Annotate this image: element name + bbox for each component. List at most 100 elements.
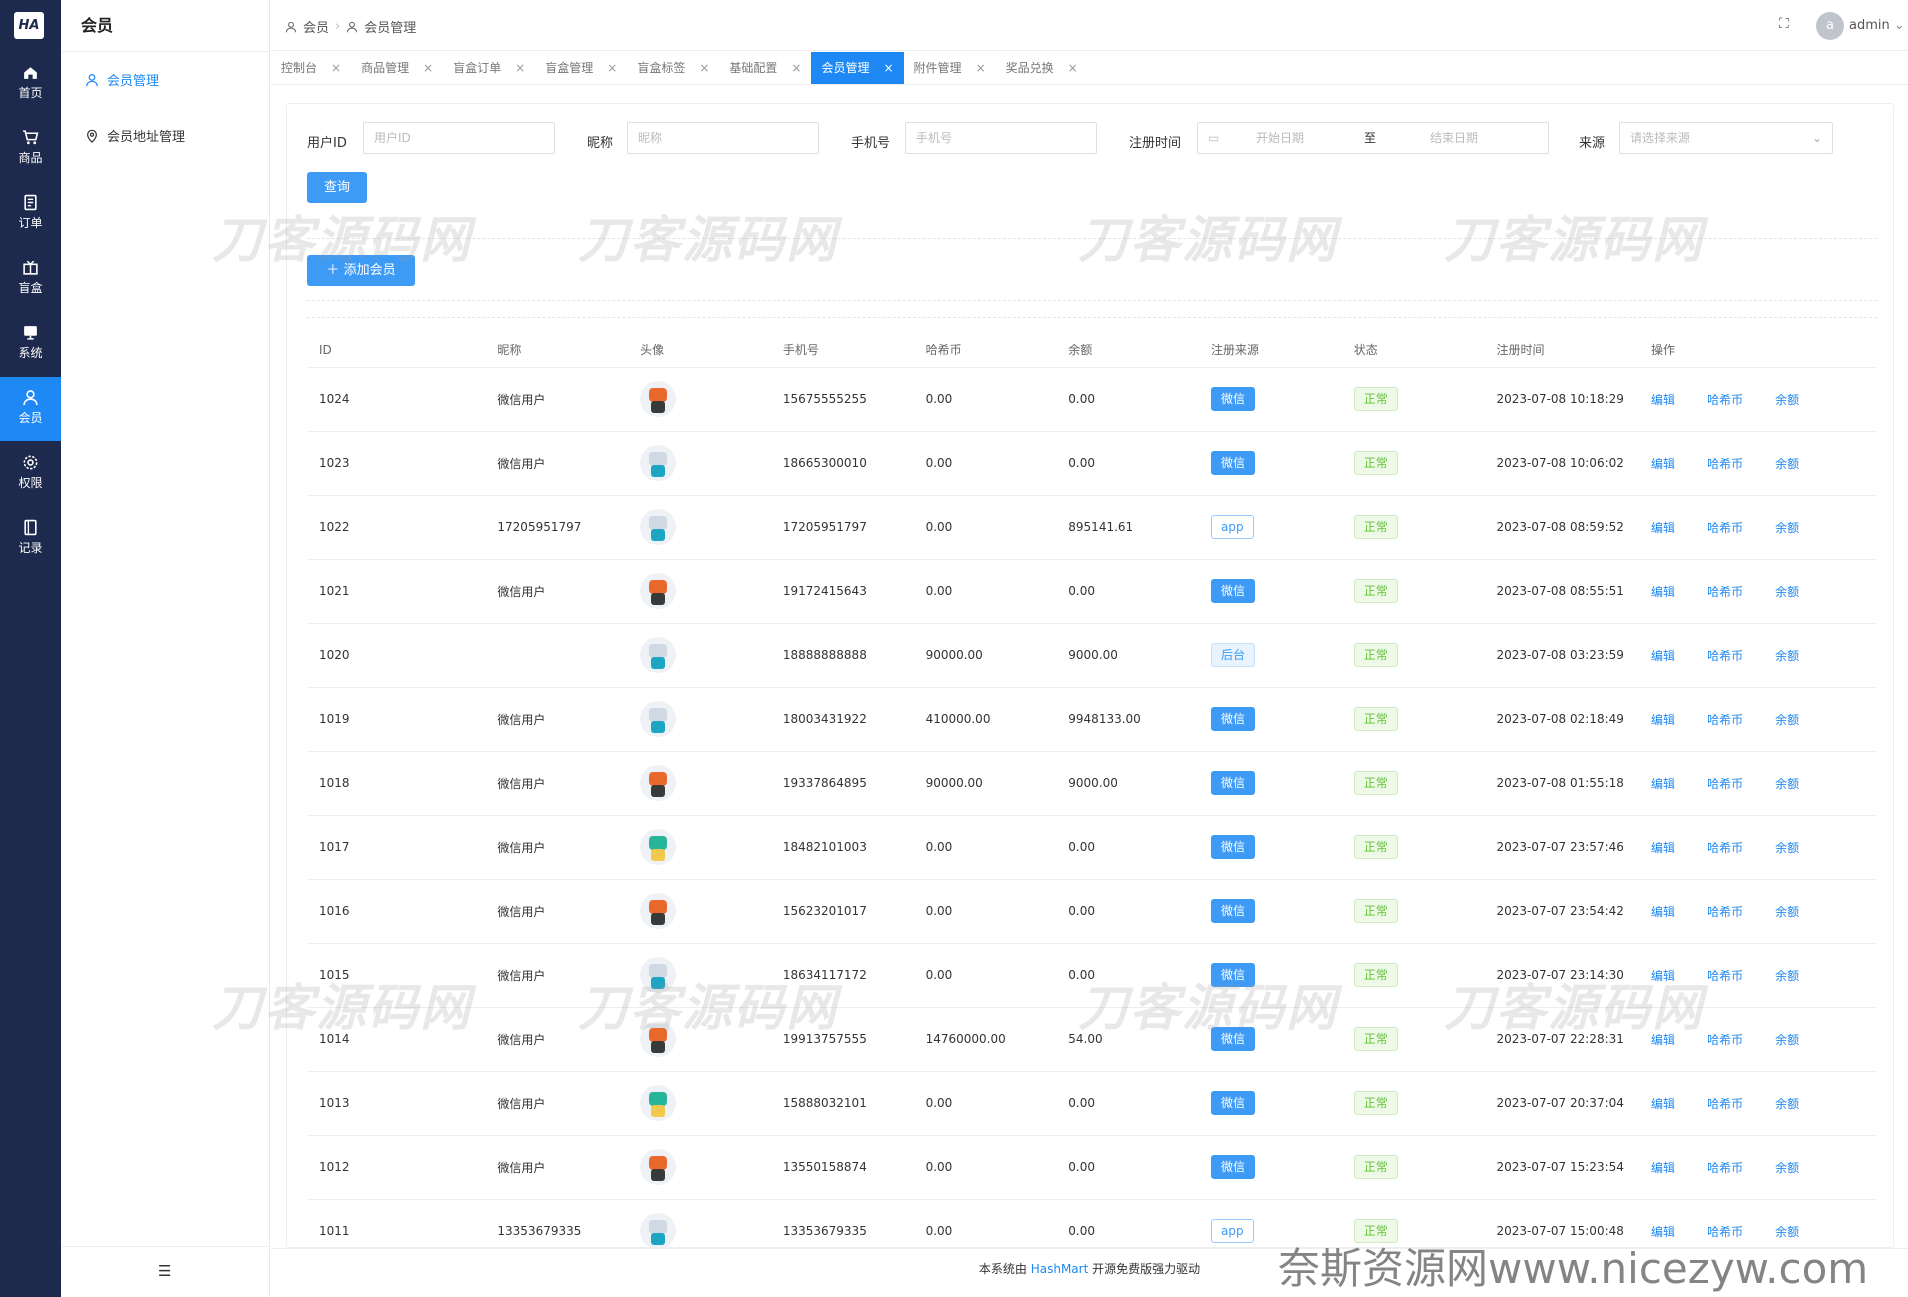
hashmart-link[interactable]: HashMart	[1031, 1262, 1089, 1276]
edit-link[interactable]: 编辑	[1651, 777, 1675, 791]
nav-item-home[interactable]: 首页	[0, 52, 61, 116]
tab-item[interactable]: 商品管理 ×	[351, 52, 443, 84]
watermark: 刀客源码网	[212, 211, 472, 269]
coin-link[interactable]: 哈希币	[1707, 1033, 1743, 1047]
end-date-input[interactable]: 结束日期	[1430, 123, 1478, 153]
cell-phone: 19172415643	[770, 559, 914, 624]
close-icon[interactable]: ×	[699, 61, 709, 75]
sidebar-item-member-address[interactable]: 会员地址管理	[85, 126, 185, 145]
balance-link[interactable]: 余额	[1775, 585, 1799, 599]
coin-link[interactable]: 哈希币	[1707, 777, 1743, 791]
source-select[interactable]: 请选择来源 ⌄	[1619, 122, 1833, 154]
edit-link[interactable]: 编辑	[1651, 1161, 1675, 1175]
nickname-input[interactable]: 昵称	[627, 122, 819, 154]
table-row: 1019 微信用户 18003431922 410000.00 9948133.00 微信…	[307, 687, 1877, 752]
coin-link[interactable]: 哈希币	[1707, 393, 1743, 407]
tab-item[interactable]: 盲盒订单 ×	[443, 52, 535, 84]
cell-coin: 0.00	[913, 1135, 1057, 1200]
tab-item[interactable]: 基础配置 ×	[719, 52, 811, 84]
balance-link[interactable]: 余额	[1775, 1161, 1799, 1175]
coin-link[interactable]: 哈希币	[1707, 713, 1743, 727]
column-header: 昵称	[485, 333, 629, 368]
cell-phone: 15888032101	[770, 1071, 914, 1136]
user-menu[interactable]: admin ⌄	[1849, 18, 1905, 33]
cell-avatar	[628, 879, 771, 944]
close-icon[interactable]: ×	[883, 61, 893, 75]
cell-nickname: 微信用户	[485, 687, 629, 752]
nav-item-user[interactable]: 会员	[0, 377, 61, 441]
coin-link[interactable]: 哈希币	[1707, 585, 1743, 599]
edit-link[interactable]: 编辑	[1651, 393, 1675, 407]
close-icon[interactable]: ×	[976, 61, 986, 75]
start-date-input[interactable]: 开始日期	[1256, 123, 1304, 153]
balance-link[interactable]: 余额	[1775, 649, 1799, 663]
nav-item-cart[interactable]: 商品	[0, 117, 61, 181]
tab-item[interactable]: 盲盒标签 ×	[627, 52, 719, 84]
balance-link[interactable]: 余额	[1775, 1033, 1799, 1047]
nav-item-gear[interactable]: 权限	[0, 442, 61, 506]
balance-link[interactable]: 余额	[1775, 841, 1799, 855]
source-badge: 微信	[1211, 1091, 1256, 1115]
edit-link[interactable]: 编辑	[1651, 585, 1675, 599]
balance-link[interactable]: 余额	[1775, 777, 1799, 791]
tab-item[interactable]: 附件管理 ×	[904, 52, 996, 84]
source-badge: 微信	[1211, 387, 1256, 411]
coin-link[interactable]: 哈希币	[1707, 457, 1743, 471]
edit-link[interactable]: 编辑	[1651, 713, 1675, 727]
cell-balance: 0.00	[1056, 879, 1199, 944]
tab-label: 附件管理	[913, 61, 962, 75]
balance-link[interactable]: 余额	[1775, 969, 1799, 983]
cell-id: 1016	[307, 879, 486, 944]
menu-collapse-icon[interactable]: ☰	[158, 1262, 171, 1280]
breadcrumb-item[interactable]: 会员	[303, 17, 329, 36]
date-range-picker[interactable]: ▭ 开始日期 至 结束日期	[1197, 122, 1549, 154]
coin-link[interactable]: 哈希币	[1707, 521, 1743, 535]
close-icon[interactable]: ×	[515, 61, 525, 75]
tab-item[interactable]: 盲盒管理 ×	[535, 52, 627, 84]
coin-link[interactable]: 哈希币	[1707, 1161, 1743, 1175]
balance-link[interactable]: 余额	[1775, 713, 1799, 727]
tab-item[interactable]: 会员管理 ×	[811, 52, 904, 84]
sidebar-item-member-manage[interactable]: 会员管理	[85, 70, 159, 89]
balance-link[interactable]: 余额	[1775, 457, 1799, 471]
tab-item[interactable]: 奖品兑换 ×	[996, 52, 1088, 84]
coin-link[interactable]: 哈希币	[1707, 1097, 1743, 1111]
balance-link[interactable]: 余额	[1775, 905, 1799, 919]
query-button[interactable]: 查询	[307, 172, 367, 203]
edit-link[interactable]: 编辑	[1651, 457, 1675, 471]
nav-item-box[interactable]: 盲盒	[0, 247, 61, 311]
nav-item-order[interactable]: 订单	[0, 182, 61, 246]
cell-id: 1024	[307, 367, 486, 432]
nav-item-book[interactable]: 记录	[0, 507, 61, 571]
nav-item-monitor[interactable]: 系统	[0, 312, 61, 376]
close-icon[interactable]: ×	[1068, 61, 1078, 75]
order-icon	[24, 194, 37, 211]
avatar[interactable]: a	[1816, 12, 1844, 40]
balance-link[interactable]: 余额	[1775, 393, 1799, 407]
cell-coin: 0.00	[913, 367, 1057, 432]
phone-input[interactable]: 手机号	[905, 122, 1097, 154]
edit-link[interactable]: 编辑	[1651, 521, 1675, 535]
close-icon[interactable]: ×	[423, 61, 433, 75]
coin-link[interactable]: 哈希币	[1707, 841, 1743, 855]
close-icon[interactable]: ×	[791, 61, 801, 75]
coin-link[interactable]: 哈希币	[1707, 905, 1743, 919]
edit-link[interactable]: 编辑	[1651, 649, 1675, 663]
column-header: 操作	[1639, 333, 1877, 368]
edit-link[interactable]: 编辑	[1651, 1097, 1675, 1111]
balance-link[interactable]: 余额	[1775, 521, 1799, 535]
coin-link[interactable]: 哈希币	[1707, 969, 1743, 983]
fullscreen-icon[interactable]: ⛶	[1779, 16, 1789, 32]
cell-coin: 0.00	[913, 1199, 1057, 1247]
edit-link[interactable]: 编辑	[1651, 841, 1675, 855]
app-logo[interactable]: HA	[14, 12, 44, 39]
tab-item[interactable]: 控制台 ×	[271, 52, 351, 84]
balance-link[interactable]: 余额	[1775, 1097, 1799, 1111]
cell-id: 1021	[307, 559, 486, 624]
coin-link[interactable]: 哈希币	[1707, 649, 1743, 663]
tab-label: 盲盒管理	[545, 61, 594, 75]
close-icon[interactable]: ×	[331, 61, 341, 75]
user-id-input[interactable]: 用户ID	[363, 122, 555, 154]
close-icon[interactable]: ×	[607, 61, 617, 75]
edit-link[interactable]: 编辑	[1651, 905, 1675, 919]
